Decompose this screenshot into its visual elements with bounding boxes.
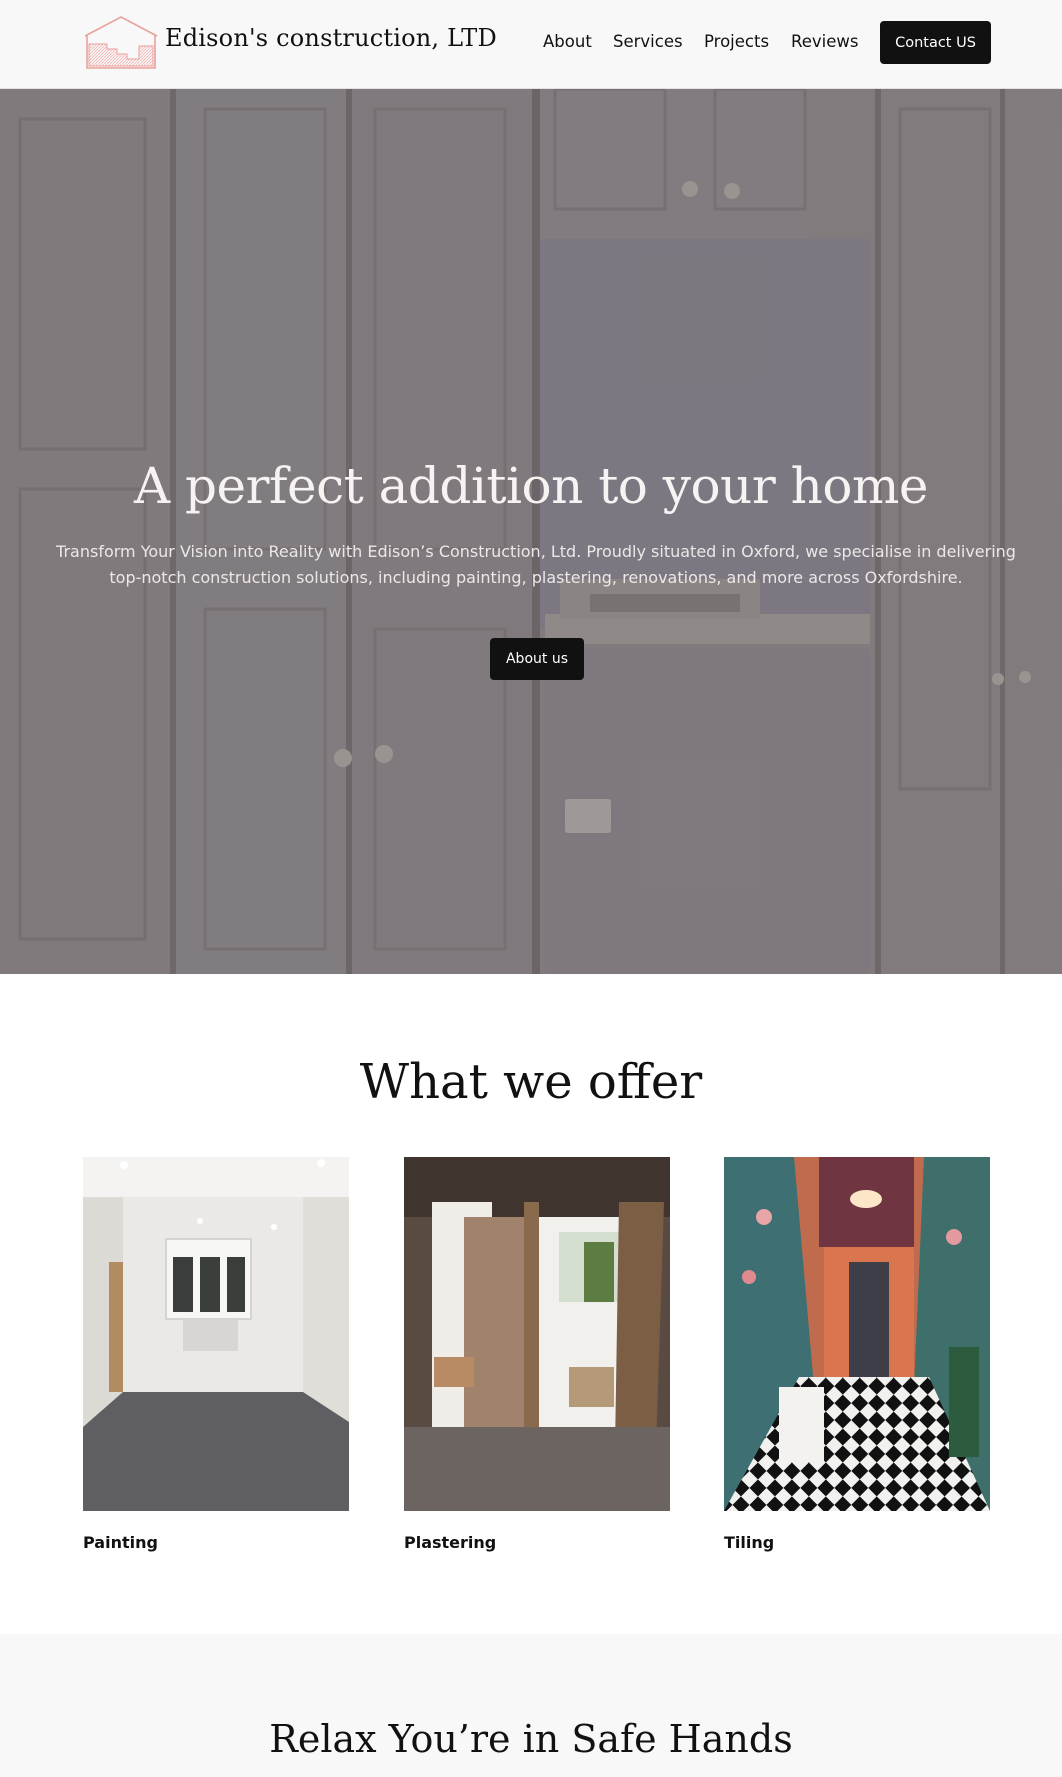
nav-services[interactable]: Services bbox=[613, 32, 683, 51]
plastering-image[interactable] bbox=[404, 1157, 670, 1511]
hero-description: Transform Your Vision into Reality with … bbox=[56, 542, 1016, 587]
card-label-plastering[interactable]: Plastering bbox=[404, 1533, 670, 1552]
card-label-tiling[interactable]: Tiling bbox=[724, 1533, 990, 1552]
service-card-tiling[interactable]: Tiling bbox=[724, 1157, 990, 1552]
hero-overlay bbox=[0, 89, 1062, 974]
house-logo-icon[interactable] bbox=[83, 16, 159, 70]
contact-button[interactable]: Contact US bbox=[880, 21, 991, 64]
offer-title: What we offer bbox=[359, 1054, 703, 1110]
service-card-plastering[interactable]: Plastering bbox=[404, 1157, 670, 1552]
service-card-painting[interactable]: Painting bbox=[83, 1157, 349, 1552]
safe-hands-title: Relax You’re in Safe Hands bbox=[269, 1717, 793, 1761]
nav-reviews[interactable]: Reviews bbox=[791, 32, 858, 51]
nav-about[interactable]: About bbox=[543, 32, 592, 51]
painting-image[interactable] bbox=[83, 1157, 349, 1511]
tiling-image[interactable] bbox=[724, 1157, 990, 1511]
brand-name[interactable]: Edison's construction, LTD bbox=[165, 24, 497, 52]
card-label-painting[interactable]: Painting bbox=[83, 1533, 349, 1552]
hero-title: A perfect addition to your home bbox=[134, 457, 928, 515]
nav-projects[interactable]: Projects bbox=[704, 32, 769, 51]
about-us-button[interactable]: About us bbox=[490, 638, 584, 680]
site-header: Edison's construction, LTD About Service… bbox=[0, 0, 1062, 89]
safe-hands-section: Relax You’re in Safe Hands bbox=[0, 1634, 1062, 1777]
hero-section: A perfect addition to your home Transfor… bbox=[0, 89, 1062, 974]
